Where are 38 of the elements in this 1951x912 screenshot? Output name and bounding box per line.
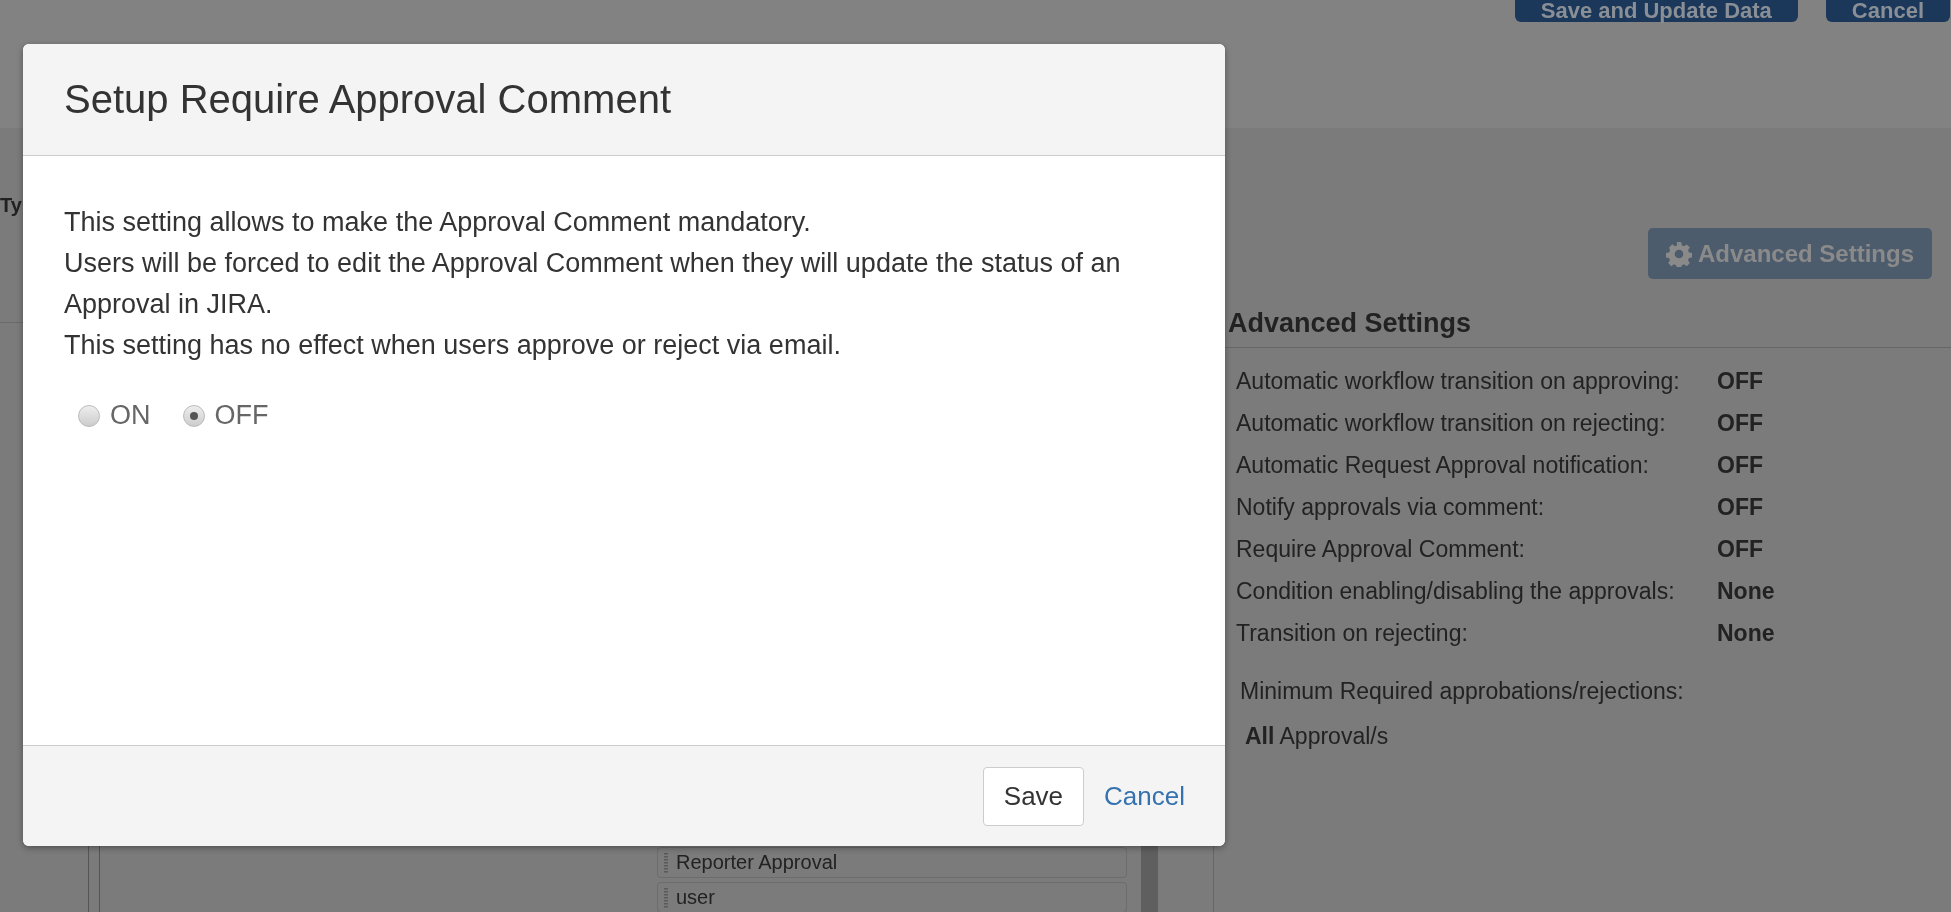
field-label: Ty	[0, 194, 22, 217]
setting-value: None	[1717, 577, 1776, 605]
setting-value: All Approval/s	[1245, 723, 1390, 750]
header-button[interactable]: Cancel	[1825, 0, 1950, 22]
setting-value: OFF	[1717, 493, 1764, 521]
gear-icon	[1665, 240, 1692, 267]
setting-value: OFF	[1717, 451, 1764, 479]
radio-option[interactable]: OFF	[178, 400, 269, 431]
description-text: This setting allows to make the Approval Comment mandatory.	[64, 206, 812, 239]
setting-label: Require Approval Comment:	[1236, 535, 1526, 563]
radio-button[interactable]	[182, 404, 205, 427]
drag-handle-icon	[664, 887, 668, 908]
description-text: This setting has no effect when users approve or reject via email.	[64, 329, 842, 362]
setting-value: OFF	[1717, 409, 1764, 437]
setting-label: Minimum Required approbations/rejections:	[1240, 678, 1685, 705]
radio-option[interactable]: ON	[74, 400, 151, 431]
dialog-title: Setup Require Approval Comment	[64, 77, 671, 122]
setting-value: OFF	[1717, 535, 1764, 563]
setting-label: Condition enabling/disabling the approvals:	[1236, 577, 1676, 605]
advanced-settings-button[interactable]: Advanced Settings	[1647, 228, 1932, 279]
item-label: Reporter Approval	[676, 851, 838, 874]
setting-label: Automatic workflow transition on rejecting:	[1236, 409, 1667, 437]
description-text: Users will be forced to edit the Approval Comment when they will update the status of an Approval in JIRA.	[64, 247, 1122, 321]
radio-button[interactable]	[78, 404, 100, 427]
section-heading: Advanced Settings	[1228, 308, 1473, 339]
cancel-link[interactable]: Cancel	[1104, 780, 1185, 812]
item-label: user	[676, 886, 715, 909]
list-item[interactable]: Reporter Approval	[657, 847, 1127, 878]
setting-label: Notify approvals via comment:	[1236, 493, 1546, 521]
setting-label: Transition on rejecting:	[1236, 619, 1469, 647]
setting-label: Automatic Request Approval notification:	[1236, 451, 1650, 479]
setting-label: Automatic workflow transition on approving:	[1236, 367, 1681, 395]
setting-value: OFF	[1717, 367, 1764, 395]
list-item[interactable]: user	[657, 882, 1127, 912]
setting-value: None	[1717, 619, 1776, 647]
drag-handle-icon	[664, 852, 668, 873]
header-button[interactable]: Save and Update Data	[1514, 0, 1798, 22]
save-button[interactable]: Save	[982, 766, 1085, 826]
